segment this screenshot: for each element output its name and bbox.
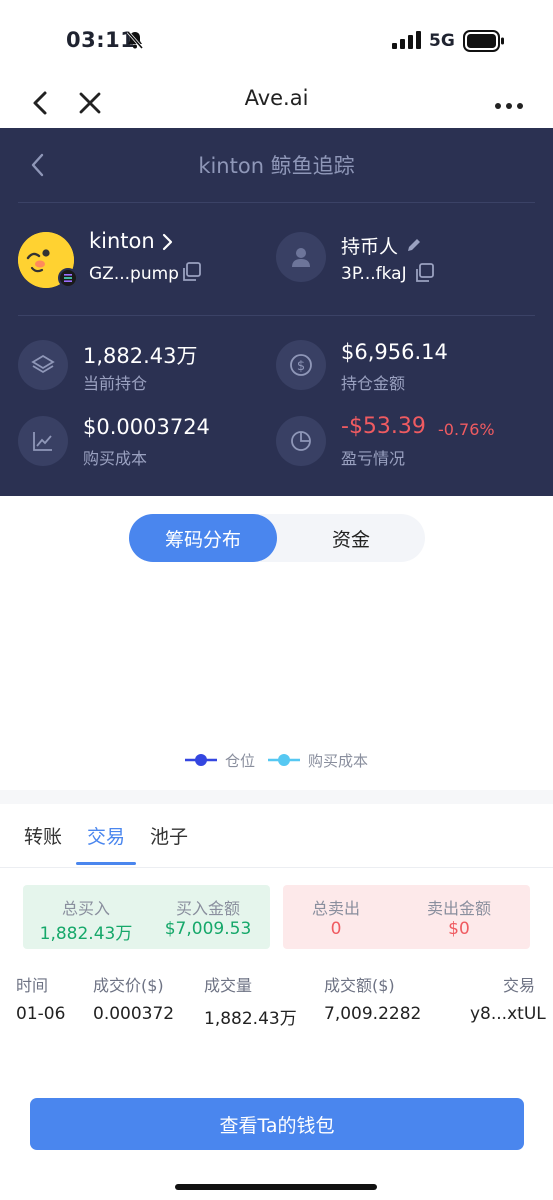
holding-amount-label: 持仓金额 <box>341 374 406 393</box>
chevron-right-icon[interactable] <box>160 232 174 256</box>
buy-summary-card: 总买入 1,882.43万 买入金额 $7,009.53 <box>23 885 270 949</box>
sell-summary-card: 总卖出 0 卖出金额 $0 <box>283 885 530 949</box>
row-time: 01-06 <box>16 1004 66 1024</box>
tab-trade[interactable]: 交易 <box>87 822 125 849</box>
active-tab-indicator <box>76 862 136 865</box>
column-header-tx: 交易 <box>503 976 536 995</box>
legend-position-label: 仓位 <box>225 751 256 770</box>
view-wallet-button[interactable]: 查看Ta的钱包 <box>30 1098 524 1150</box>
pie-chart-icon <box>276 416 326 466</box>
copy-icon[interactable] <box>414 262 436 288</box>
edit-pencil-icon[interactable] <box>405 236 423 258</box>
panel-title: kinton 鲸鱼追踪 <box>198 154 355 178</box>
pnl-label: 盈亏情况 <box>341 449 406 468</box>
legend-buy-cost-label: 购买成本 <box>308 751 369 770</box>
home-indicator[interactable] <box>175 1184 377 1190</box>
column-header-amount: 成交额($) <box>324 976 395 995</box>
panel-divider <box>18 315 535 316</box>
page-title: Ave.ai <box>244 86 309 110</box>
app-screen: 03:11 5G Ave.ai kinton 鲸鱼追踪 kinton GZ...… <box>0 0 553 1200</box>
holding-value: 1,882.43万 <box>83 344 198 368</box>
battery-icon <box>463 30 505 56</box>
chart-mode-toggle: 筹码分布 资金 <box>129 514 425 562</box>
layers-icon <box>18 340 68 390</box>
legend-buy-cost: 购买成本 <box>268 748 368 772</box>
tab-funds[interactable]: 资金 <box>277 514 425 562</box>
signal-icon <box>392 31 422 53</box>
column-header-volume: 成交量 <box>204 976 253 995</box>
row-amount: 7,009.2282 <box>324 1004 422 1024</box>
tab-chip-distribution[interactable]: 筹码分布 <box>129 514 277 562</box>
holding-amount-value: $6,956.14 <box>341 340 448 364</box>
total-buy-value: 1,882.43万 <box>39 924 133 944</box>
holding-label: 当前持仓 <box>83 374 148 393</box>
token-name[interactable]: kinton <box>89 229 155 253</box>
browser-nav-bar: Ave.ai <box>0 80 553 128</box>
more-icon[interactable] <box>494 96 524 115</box>
pnl-value: -$53.39 <box>341 414 426 439</box>
total-sell-label: 总卖出 <box>311 899 360 918</box>
sell-amount-value: $0 <box>448 919 470 939</box>
network-label: 5G <box>429 31 455 51</box>
section-separator <box>0 790 553 804</box>
row-volume: 1,882.43万 <box>204 1009 297 1029</box>
tab-transfer[interactable]: 转账 <box>24 822 62 849</box>
tabs-divider <box>0 867 553 868</box>
total-buy-label: 总买入 <box>61 899 110 918</box>
legend-position-marker-icon <box>185 754 217 766</box>
dollar-coin-icon: $ <box>276 340 326 390</box>
holder-label: 持币人 <box>341 236 399 258</box>
buy-amount-label: 买入金额 <box>175 899 240 918</box>
solana-badge-icon <box>58 268 78 288</box>
copy-icon[interactable] <box>181 261 203 287</box>
sell-amount-label: 卖出金额 <box>426 899 491 918</box>
pnl-percent: -0.76% <box>438 420 495 439</box>
holder-user-icon <box>276 232 326 282</box>
tab-pool[interactable]: 池子 <box>150 822 188 849</box>
holder-address: 3P...fkaJ <box>341 264 407 284</box>
column-header-price: 成交价($) <box>93 976 164 995</box>
row-tx-hash[interactable]: y8...xtUL <box>470 1004 546 1024</box>
buy-cost-value: $0.0003724 <box>83 415 210 439</box>
column-header-time: 时间 <box>16 976 49 995</box>
legend-buy-cost-marker-icon <box>268 754 300 766</box>
row-price: 0.000372 <box>93 1004 175 1024</box>
svg-text:$: $ <box>297 359 305 374</box>
whale-tracker-panel: kinton 鲸鱼追踪 kinton GZ...pump 持币人 3P...fk… <box>0 128 553 496</box>
buy-amount-value: $7,009.53 <box>164 919 252 939</box>
bell-muted-icon <box>125 30 145 54</box>
panel-divider <box>18 202 535 203</box>
status-bar: 03:11 5G <box>0 0 553 80</box>
line-chart-icon <box>18 416 68 466</box>
total-sell-value: 0 <box>330 919 342 939</box>
legend-position: 仓位 <box>185 748 255 772</box>
token-address: GZ...pump <box>89 264 179 284</box>
buy-cost-label: 购买成本 <box>83 449 148 468</box>
